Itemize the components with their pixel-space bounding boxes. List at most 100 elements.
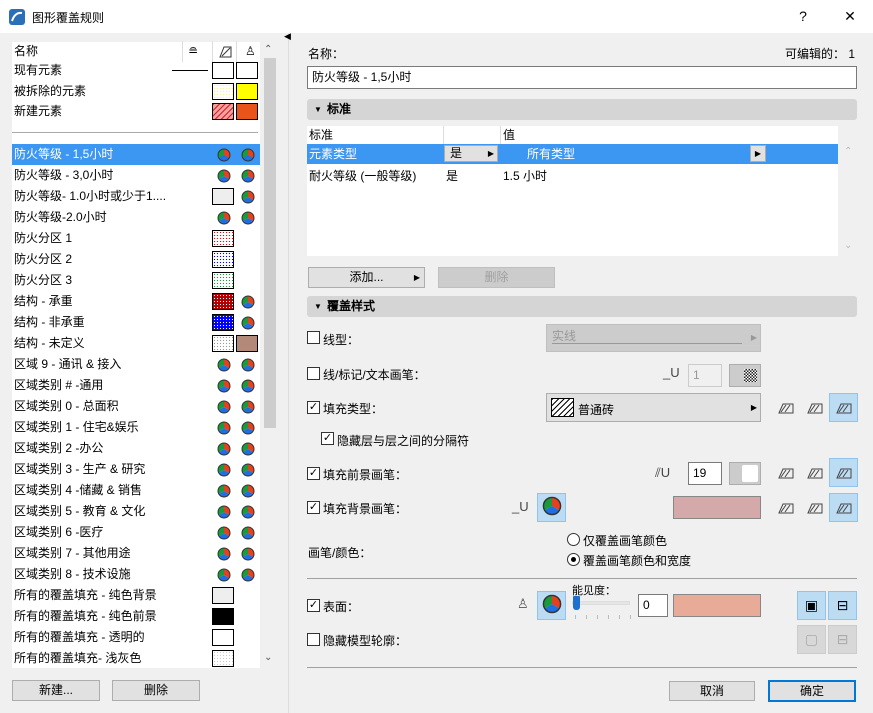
list-item[interactable]: 防火等级-2.0小时 [12, 207, 260, 228]
list-scrollbar-thumb[interactable] [264, 58, 276, 428]
style-section-header[interactable]: ▼ 覆盖样式 [307, 296, 857, 317]
list-item[interactable]: 区域类别 4 -储藏 & 销售 [12, 480, 260, 501]
fill-swatch [212, 650, 234, 667]
fill-fg-pen-checkbox[interactable]: ✓ [307, 467, 320, 480]
list-item[interactable]: 所有的覆盖填充 - 纯色背景 [12, 585, 260, 606]
visibility-slider[interactable] [572, 601, 630, 605]
fill-bg-pen-cover-button[interactable] [800, 493, 829, 522]
hide-contour-checkbox[interactable] [307, 633, 320, 646]
help-button[interactable]: ? [788, 4, 818, 28]
list-item[interactable]: 结构 - 未定义 [12, 333, 260, 354]
fixed-row[interactable]: 被拆除的元素 [12, 81, 260, 102]
fixed-row[interactable]: 现有元素 [12, 60, 260, 81]
panel-splitter[interactable] [288, 34, 289, 713]
list-item[interactable]: 结构 - 承重 [12, 291, 260, 312]
fill-swatch [236, 62, 258, 79]
table-scroll-down-icon[interactable]: ⌄ [844, 240, 852, 251]
fill-fg-pen-3d-button[interactable] [829, 458, 858, 487]
fill-type-cut-button[interactable] [771, 393, 800, 422]
fill-swatch [212, 608, 234, 625]
list-item[interactable]: 防火分区 1 [12, 228, 260, 249]
list-item[interactable]: 区域类别 # -通用 [12, 375, 260, 396]
visibility-input[interactable]: 0 [638, 594, 668, 617]
list-item[interactable]: 防火分区 3 [12, 270, 260, 291]
fill-type-dropdown[interactable]: 普通砖 ▶ [546, 393, 761, 422]
add-criterion-button[interactable]: 添加... ▶ [308, 267, 425, 288]
criteria-table-header: 标准 值 [307, 126, 838, 144]
contour-3d-button[interactable]: ▢ [797, 625, 826, 654]
list-item[interactable]: 区域类别 3 - 生产 & 研究 [12, 459, 260, 480]
override-rule-list[interactable]: 名称 ≘ ♙ 现有元素 被拆除的元素 新建元素 防火等级 - 1,5小时 防火等级 -… [12, 41, 260, 669]
list-item[interactable]: 区域类别 0 - 总面积 [12, 396, 260, 417]
close-button[interactable]: ✕ [835, 4, 865, 28]
fill-bg-pen-3d-button[interactable] [829, 493, 858, 522]
pen-icon: _U [512, 499, 529, 514]
list-item[interactable]: 所有的覆盖填充 - 透明的 [12, 627, 260, 648]
fill-fg-pen-weight-button[interactable] [729, 462, 761, 485]
scroll-down-icon[interactable]: ⌄ [264, 652, 272, 663]
cancel-button[interactable]: 取消 [669, 681, 755, 701]
line-type-checkbox[interactable] [307, 331, 320, 344]
cover-fill-icon [806, 468, 822, 478]
pen-color-pie-icon [217, 484, 231, 498]
list-item[interactable]: 防火分区 2 [12, 249, 260, 270]
criteria-section-header[interactable]: ▼ 标准 [307, 99, 857, 120]
list-item[interactable]: 结构 - 非承重 [12, 312, 260, 333]
list-item[interactable]: 防火等级- 1.0小时或少于1.... [12, 186, 260, 207]
table-scroll-up-icon[interactable]: ⌃ [844, 146, 852, 157]
collapse-panel-icon[interactable]: ◀ [284, 31, 291, 42]
ok-button[interactable]: 确定 [768, 680, 856, 702]
list-item[interactable]: 防火等级 - 3,0小时 [12, 165, 260, 186]
criteria-row[interactable]: 元素类型 是 ▶ 所有类型 ▶ [307, 144, 838, 164]
fill-swatch [236, 335, 258, 352]
fill-bg-pen-pie-button[interactable] [537, 493, 566, 522]
fill-fg-pen-cover-button[interactable] [800, 458, 829, 487]
name-input[interactable]: 防火等级 - 1,5小时 [307, 66, 857, 89]
fill-type-cover-button[interactable] [800, 393, 829, 422]
line-pen-checkbox[interactable] [307, 367, 320, 380]
fill-type-checkbox[interactable]: ✓ [307, 401, 320, 414]
fill-bg-pen-checkbox[interactable]: ✓ [307, 501, 320, 514]
surface-color-swatch[interactable] [673, 594, 761, 617]
criteria-row[interactable]: 耐火等级 (一般等级) 是 1.5 小时 [307, 166, 838, 186]
list-item[interactable]: 所有的覆盖填充- 浅灰色 [12, 648, 260, 669]
new-rule-button[interactable]: 新建... [12, 680, 100, 701]
list-item[interactable]: 区域类别 8 - 技术设施 [12, 564, 260, 585]
list-item[interactable]: 区域 9 - 通讯 & 接入 [12, 354, 260, 375]
radio-label: 仅覆盖画笔颜色 [583, 534, 668, 548]
fill-fg-pen-input[interactable]: 19 [688, 462, 722, 485]
surface-cut-button[interactable]: ⊟ [828, 591, 857, 620]
hide-separator-checkbox[interactable]: ✓ [321, 432, 334, 445]
delete-criterion-button[interactable]: 删除 [438, 267, 555, 288]
fill-swatch [212, 82, 234, 100]
list-item[interactable]: 区域类别 7 - 其他用途 [12, 543, 260, 564]
line-type-dropdown[interactable]: 实线 ▶ [546, 324, 761, 352]
delete-rule-button[interactable]: 删除 [112, 680, 200, 701]
line-pen-input[interactable]: 1 [688, 364, 722, 387]
radio-override-color-only[interactable] [567, 533, 580, 546]
list-item[interactable]: 防火等级 - 1,5小时 [12, 144, 260, 165]
scroll-up-icon[interactable]: ⌃ [264, 44, 272, 55]
list-item[interactable]: 所有的覆盖填充 - 纯色前景 [12, 606, 260, 627]
surface-pie-button[interactable] [537, 591, 566, 620]
3d-fill-icon [835, 403, 851, 413]
value-dropdown-button[interactable]: ▶ [750, 145, 766, 162]
fill-bg-color-swatch[interactable] [673, 496, 761, 519]
surface-checkbox[interactable]: ✓ [307, 599, 320, 612]
visibility-slider-thumb[interactable] [573, 596, 580, 610]
list-item[interactable]: 区域类别 5 - 教育 & 文化 [12, 501, 260, 522]
line-pen-weight-button[interactable] [729, 364, 761, 387]
radio-override-color-weight[interactable] [567, 553, 580, 566]
cut-cube-brush-icon: ⊟ [836, 597, 849, 613]
fill-fg-pen-cut-button[interactable] [771, 458, 800, 487]
fixed-row[interactable]: 新建元素 [12, 101, 260, 122]
list-item[interactable]: 区域类别 1 - 住宅&娱乐 [12, 417, 260, 438]
operator-dropdown[interactable]: 是 ▶ [444, 145, 498, 162]
list-item[interactable]: 区域类别 2 -办公 [12, 438, 260, 459]
surface-3d-button[interactable]: ▣ [797, 591, 826, 620]
fill-bg-pen-cut-button[interactable] [771, 493, 800, 522]
contour-cut-button[interactable]: ⊟ [828, 625, 857, 654]
list-item[interactable]: 区域类别 6 -医疗 [12, 522, 260, 543]
fill-type-3d-button[interactable] [829, 393, 858, 422]
list-item-label: 防火等级-2.0小时 [14, 210, 107, 224]
